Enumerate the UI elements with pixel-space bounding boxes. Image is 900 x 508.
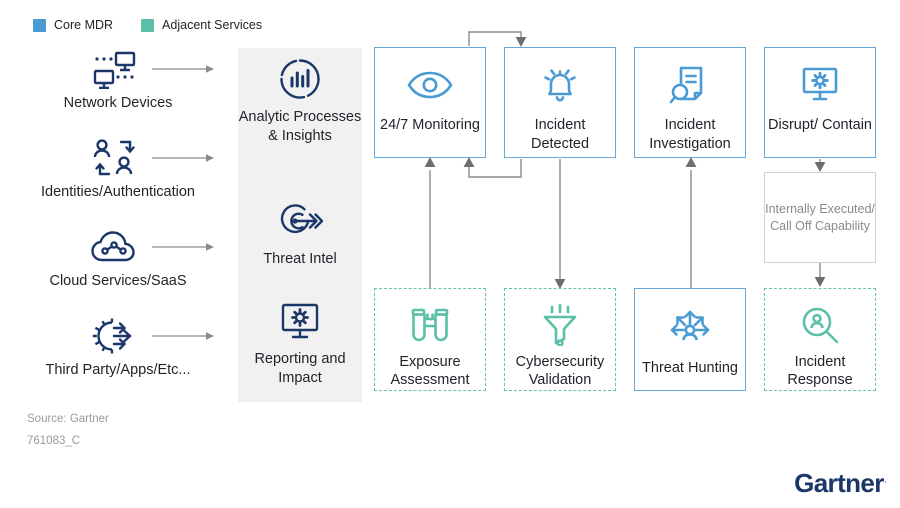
source-attribution: Source: Gartner — [27, 413, 109, 425]
flow-arrow-icon — [152, 243, 214, 251]
gartner-wordmark: Gartner — [794, 468, 884, 498]
source-item-third-party-apps: Third Party/Apps/Etc... — [0, 312, 236, 401]
gartner-logo: Gartner. — [794, 468, 887, 498]
process-box-label: Cybersecurity Validation — [515, 353, 605, 389]
cloud-services-icon — [88, 227, 142, 267]
source-item-cloud-services: Cloud Services/SaaS — [0, 223, 236, 312]
third-party-apps-icon — [88, 316, 142, 356]
analytics-chart-icon — [238, 56, 362, 102]
process-box-disrupt-contain[interactable]: Disrupt/ Contain — [764, 47, 876, 158]
binoculars-icon — [408, 303, 452, 347]
process-box-incident-detected[interactable]: Incident Detected — [504, 47, 616, 158]
internally-executed-note: Internally Executed/ Call Off Capability — [764, 172, 876, 263]
legend-item-core-mdr: Core MDR — [33, 19, 113, 32]
eye-icon — [406, 60, 454, 110]
square-swatch-icon — [141, 19, 155, 32]
legend-label: Core MDR — [54, 18, 114, 33]
source-label: Identities/Authentication — [41, 184, 195, 200]
capability-label: Threat Intel — [263, 251, 337, 267]
target-arrow-icon — [238, 198, 362, 244]
funnel-icon — [539, 303, 581, 347]
alert-bell-icon — [538, 60, 582, 110]
legend-item-adjacent-services: Adjacent Services — [141, 19, 262, 32]
person-magnifier-icon — [799, 303, 841, 347]
monitor-gear-icon — [238, 298, 362, 344]
source-label: Network Devices — [63, 95, 173, 111]
process-box-incident-investigation[interactable]: Incident Investigation — [634, 47, 746, 158]
data-sources-column: Network Devices Identities/Authenticatio… — [0, 45, 236, 401]
capability-label: Reporting and Impact — [254, 351, 346, 387]
square-swatch-icon — [33, 19, 46, 32]
figure-id: 761083_C — [27, 435, 81, 447]
monitor-gear-icon — [798, 60, 842, 110]
source-label: Cloud Services/SaaS — [49, 273, 187, 289]
capability-threat-intel: Threat Intel — [238, 198, 362, 269]
threat-hunting-icon — [667, 303, 713, 353]
process-box-label: Incident Response — [787, 353, 853, 389]
process-box-label: Threat Hunting — [642, 360, 738, 376]
process-box-label: Incident Investigation — [649, 117, 731, 152]
capability-label: Analytic Processes & Insights — [238, 109, 362, 145]
diagram-canvas: Core MDR Adjacent Services Network Devic… — [0, 0, 900, 508]
process-box-label: 24/7 Monitoring — [380, 117, 480, 133]
process-box-247-monitoring[interactable]: 24/7 Monitoring — [374, 47, 486, 158]
process-box-label: Incident Detected — [530, 117, 590, 152]
process-box-exposure-assessment[interactable]: Exposure Assessment — [374, 288, 486, 391]
note-label: Internally Executed/ Call Off Capability — [765, 201, 875, 233]
flow-arrow-icon — [152, 332, 214, 340]
source-item-identities-authentication: Identities/Authentication — [0, 134, 236, 223]
document-magnifier-icon — [668, 60, 712, 110]
flow-arrow-icon — [152, 154, 214, 162]
legend-label: Adjacent Services — [162, 18, 263, 33]
capability-reporting-impact: Reporting and Impact — [238, 298, 362, 389]
source-item-network-devices: Network Devices — [0, 45, 236, 134]
capability-analytic-processes: Analytic Processes & Insights — [238, 56, 362, 147]
process-box-label: Exposure Assessment — [390, 353, 470, 389]
capabilities-panel: Analytic Processes & Insights Threat Int… — [238, 48, 362, 402]
network-devices-icon — [88, 49, 142, 89]
flow-arrow-icon — [152, 65, 214, 73]
process-box-label: Disrupt/ Contain — [768, 117, 872, 133]
source-label: Third Party/Apps/Etc... — [45, 362, 191, 378]
process-box-threat-hunting[interactable]: Threat Hunting — [634, 288, 746, 391]
legend: Core MDR Adjacent Services — [33, 19, 262, 32]
identities-authentication-icon — [88, 138, 142, 178]
registered-mark: . — [883, 474, 887, 486]
process-box-cybersecurity-validation[interactable]: Cybersecurity Validation — [504, 288, 616, 391]
process-box-incident-response[interactable]: Incident Response — [764, 288, 876, 391]
